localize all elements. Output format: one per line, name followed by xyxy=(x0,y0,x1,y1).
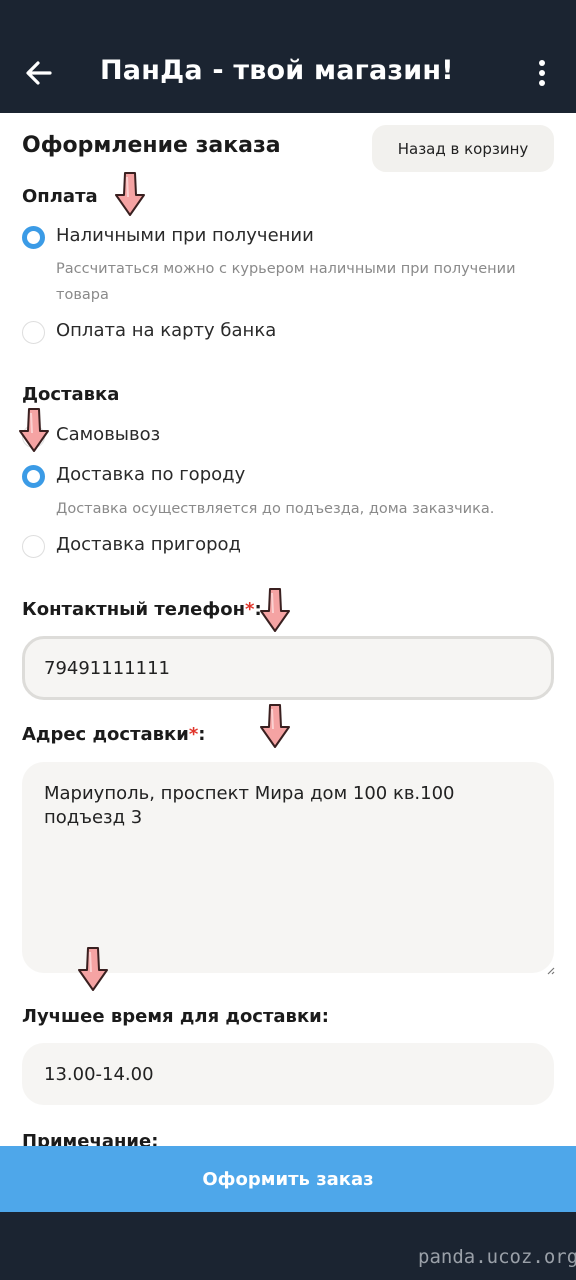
phone-label-text: Контактный телефон xyxy=(22,599,246,620)
radio-label: Доставка по городу xyxy=(56,464,246,485)
payment-option-description: Рассчитаться можно с курьером наличными … xyxy=(56,261,516,303)
delivery-option-description: Доставка осуществляется до подъезда, дом… xyxy=(56,501,495,517)
annotation-arrow-icon xyxy=(17,407,51,453)
label-colon: : xyxy=(198,724,206,745)
resize-handle-icon[interactable] xyxy=(545,965,555,975)
best-time-input[interactable]: 13.00-14.00 xyxy=(22,1043,554,1105)
arrow-left-icon[interactable] xyxy=(22,56,56,90)
payment-section-title: Оплата xyxy=(22,186,98,207)
phone-value: 79491111111 xyxy=(44,657,170,679)
app-title: ПанДа - твой магазин! xyxy=(100,55,454,86)
best-time-value: 13.00-14.00 xyxy=(44,1063,154,1085)
page-title: Оформление заказа xyxy=(22,133,281,158)
radio-checked-icon[interactable] xyxy=(22,465,45,488)
delivery-option-suburb[interactable]: Доставка пригород xyxy=(22,534,562,560)
radio-label: Доставка пригород xyxy=(56,534,241,555)
delivery-section-title: Доставка xyxy=(22,384,120,405)
annotation-arrow-icon xyxy=(76,946,110,992)
phone-input[interactable]: 79491111111 xyxy=(22,636,554,700)
payment-option-card[interactable]: Оплата на карту банка xyxy=(22,320,562,346)
required-mark: * xyxy=(188,724,199,745)
delivery-option-pickup[interactable]: Самовывоз xyxy=(22,424,562,450)
annotation-arrow-icon xyxy=(113,171,147,217)
annotation-arrow-icon xyxy=(258,703,292,749)
address-value: Мариуполь, проспект Мира дом 100 кв.100 … xyxy=(44,783,455,828)
radio-label: Оплата на карту банка xyxy=(56,320,277,341)
delivery-option-city[interactable]: Доставка по городу xyxy=(22,464,562,490)
annotation-arrow-icon xyxy=(258,587,292,633)
back-to-cart-button[interactable]: Назад в корзину xyxy=(372,125,554,172)
checkout-form: Оформление заказа Назад в корзину Оплата… xyxy=(0,113,576,1146)
watermark: panda.ucoz.org xyxy=(418,1246,576,1268)
phone-label: Контактный телефон*: xyxy=(22,599,262,620)
radio-label: Наличными при получении xyxy=(56,225,314,246)
best-time-label: Лучшее время для доставки: xyxy=(22,1006,329,1027)
payment-option-cash[interactable]: Наличными при получении xyxy=(22,225,562,251)
app-bar: ПанДа - твой магазин! xyxy=(0,0,576,113)
note-label: Примечание: xyxy=(22,1131,159,1146)
more-vertical-icon[interactable] xyxy=(530,58,554,88)
submit-order-button[interactable]: Оформить заказ xyxy=(0,1146,576,1212)
address-label: Адрес доставки*: xyxy=(22,724,206,745)
radio-checked-icon[interactable] xyxy=(22,226,45,249)
address-textarea[interactable]: Мариуполь, проспект Мира дом 100 кв.100 … xyxy=(22,762,554,973)
radio-unchecked-icon[interactable] xyxy=(22,535,45,558)
address-label-text: Адрес доставки xyxy=(22,724,189,745)
radio-unchecked-icon[interactable] xyxy=(22,321,45,344)
radio-label: Самовывоз xyxy=(56,424,161,445)
